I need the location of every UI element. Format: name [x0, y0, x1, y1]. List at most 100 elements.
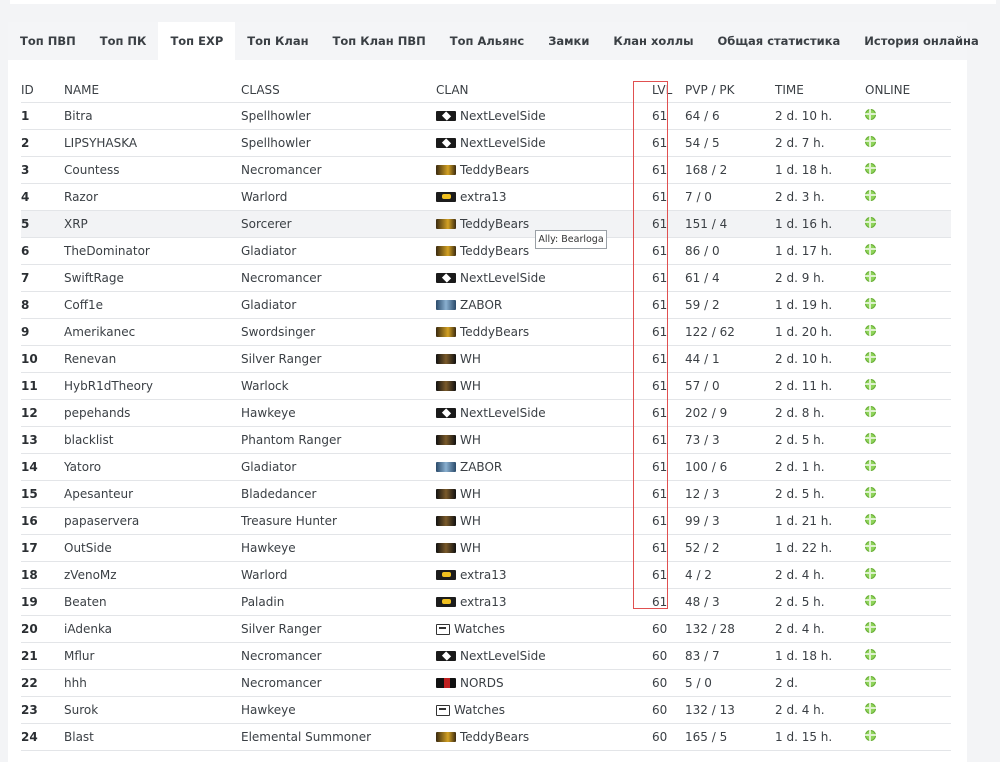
- clan-cell[interactable]: Watches: [436, 703, 644, 717]
- clan-cell[interactable]: NextLevelSide: [436, 271, 644, 285]
- table-row[interactable]: 9 Amerikanec Swordsinger TeddyBears 61 122 / …: [21, 318, 951, 346]
- row-name[interactable]: LIPSYHASKA: [64, 129, 241, 157]
- clan-cell[interactable]: WH: [436, 514, 644, 528]
- clan-cell[interactable]: WH: [436, 487, 644, 501]
- table-row[interactable]: 1 Bitra Spellhowler NextLevelSide 61 64 / 62 …: [21, 102, 951, 130]
- table-row[interactable]: 19 Beaten Paladin extra13 61 48 / 32 d. 5 h.: [21, 588, 951, 616]
- table-row[interactable]: 21 Mflur Necromancer NextLevelSide 60 83 / 71…: [21, 642, 951, 670]
- row-pvp-pk: 132 / 28: [685, 615, 775, 643]
- table-row[interactable]: 5 XRP Sorcerer TeddyBears 61 151 / 41 d. 16 h…: [21, 210, 951, 238]
- table-row[interactable]: 6 TheDominator Gladiator TeddyBears 61 86 / 0…: [21, 237, 951, 265]
- row-class: Necromancer: [241, 669, 436, 697]
- row-pvp-pk: 86 / 0: [685, 237, 775, 265]
- row-name[interactable]: iAdenka: [64, 615, 241, 643]
- row-name[interactable]: Beaten: [64, 588, 241, 616]
- tab-2[interactable]: Топ ПК: [88, 22, 159, 60]
- table-row[interactable]: 10 Renevan Silver Ranger WH 61 44 / 12 d. 10 …: [21, 345, 951, 373]
- tab-5[interactable]: Топ Клан ПВП: [321, 22, 438, 60]
- clan-cell[interactable]: WH: [436, 379, 644, 393]
- tab-1[interactable]: Топ ПВП: [8, 22, 88, 60]
- clan-cell[interactable]: NORDS: [436, 676, 644, 690]
- tab-7[interactable]: Замки: [536, 22, 601, 60]
- header-clan[interactable]: CLAN: [436, 78, 644, 103]
- row-name[interactable]: OutSide: [64, 534, 241, 562]
- clan-name: TeddyBears: [460, 244, 530, 258]
- table-row[interactable]: 17 OutSide Hawkeye WH 61 52 / 21 d. 22 h.: [21, 534, 951, 562]
- table-row[interactable]: 8 Coff1e Gladiator ZABOR 61 59 / 21 d. 19 h.: [21, 291, 951, 319]
- clan-cell[interactable]: ZABOR: [436, 298, 644, 312]
- tab-6[interactable]: Топ Альянс: [438, 22, 536, 60]
- row-online: [865, 669, 951, 697]
- row-name[interactable]: Renevan: [64, 345, 241, 373]
- row-lvl: 61: [644, 237, 685, 265]
- header-time[interactable]: TIME: [775, 78, 865, 103]
- row-time: 1 d. 22 h.: [775, 534, 865, 562]
- row-online: [865, 696, 951, 724]
- row-name[interactable]: XRP: [64, 210, 241, 238]
- header-online[interactable]: ONLINE: [865, 78, 951, 103]
- table-row[interactable]: 11 HybR1dTheory Warlock WH 61 57 / 02 d. 11 h…: [21, 372, 951, 400]
- row-name[interactable]: zVenoMz: [64, 561, 241, 589]
- table-row[interactable]: 7 SwiftRage Necromancer NextLevelSide 61 61 /…: [21, 264, 951, 292]
- clan-cell[interactable]: extra13: [436, 568, 644, 582]
- row-name[interactable]: Surok: [64, 696, 241, 724]
- table-row[interactable]: 13 blacklist Phantom Ranger WH 61 73 / 32 d. …: [21, 426, 951, 454]
- header-class[interactable]: CLASS: [241, 78, 436, 103]
- row-name[interactable]: Blast: [64, 723, 241, 751]
- row-name[interactable]: papaservera: [64, 507, 241, 535]
- table-row[interactable]: 2 LIPSYHASKA Spellhowler NextLevelSide 61 54 …: [21, 129, 951, 157]
- row-name[interactable]: Countess: [64, 156, 241, 184]
- table-row[interactable]: 24 Blast Elemental Summoner TeddyBears 60 165…: [21, 723, 951, 751]
- row-clan: WH: [436, 426, 644, 454]
- table-row[interactable]: 15 Apesanteur Bladedancer WH 61 12 / 32 d. 5 …: [21, 480, 951, 508]
- clan-cell[interactable]: WH: [436, 433, 644, 447]
- row-name[interactable]: Mflur: [64, 642, 241, 670]
- tab-4[interactable]: Топ Клан: [235, 22, 320, 60]
- row-name[interactable]: pepehands: [64, 399, 241, 427]
- row-name[interactable]: blacklist: [64, 426, 241, 454]
- header-id[interactable]: ID: [21, 78, 64, 103]
- clan-cell[interactable]: WH: [436, 541, 644, 555]
- clan-cell[interactable]: NextLevelSide: [436, 109, 644, 123]
- row-lvl: 61: [644, 156, 685, 184]
- header-pvp-pk[interactable]: PVP / PK: [685, 78, 775, 103]
- clan-cell[interactable]: TeddyBears: [436, 325, 644, 339]
- table-row[interactable]: 20 iAdenka Silver Ranger Watches 60 132 / 28 2…: [21, 615, 951, 643]
- row-name[interactable]: SwiftRage: [64, 264, 241, 292]
- row-name[interactable]: Bitra: [64, 102, 241, 130]
- clan-cell[interactable]: ZABOR: [436, 460, 644, 474]
- row-name[interactable]: hhh: [64, 669, 241, 697]
- header-lvl[interactable]: LVL: [644, 78, 685, 103]
- row-name[interactable]: Coff1e: [64, 291, 241, 319]
- table-row[interactable]: 14 Yatoro Gladiator ZABOR 61 100 / 62 d. 1 h.: [21, 453, 951, 481]
- row-name[interactable]: HybR1dTheory: [64, 372, 241, 400]
- clan-cell[interactable]: extra13: [436, 595, 644, 609]
- row-name[interactable]: Amerikanec: [64, 318, 241, 346]
- tab-8[interactable]: Клан холлы: [601, 22, 705, 60]
- table-row[interactable]: 18 zVenoMz Warlord extra13 61 4 / 22 d. 4 h.: [21, 561, 951, 589]
- clan-cell[interactable]: TeddyBears: [436, 163, 644, 177]
- clan-cell[interactable]: extra13: [436, 190, 644, 204]
- table-row[interactable]: 3 Countess Necromancer TeddyBears 61 168 / 21…: [21, 156, 951, 184]
- clan-cell[interactable]: Watches: [436, 622, 644, 636]
- row-name[interactable]: Apesanteur: [64, 480, 241, 508]
- clan-cell[interactable]: NextLevelSide: [436, 406, 644, 420]
- clan-cell[interactable]: TeddyBears: [436, 730, 644, 744]
- table-row[interactable]: 23 Surok Hawkeye Watches 60 132 / 13 2 d. 4 h.: [21, 696, 951, 724]
- clan-cell[interactable]: NextLevelSide: [436, 649, 644, 663]
- table-row[interactable]: 4 Razor Warlord extra13 61 7 / 02 d. 3 h.: [21, 183, 951, 211]
- table-row[interactable]: 22 hhh Necromancer NORDS 60 5 / 02 d.: [21, 669, 951, 697]
- header-name[interactable]: NAME: [64, 78, 241, 103]
- tab-9[interactable]: Общая статистика: [706, 22, 853, 60]
- clan-name: WH: [460, 433, 481, 447]
- row-name[interactable]: Yatoro: [64, 453, 241, 481]
- clan-cell[interactable]: WH: [436, 352, 644, 366]
- table-row[interactable]: 16 papaservera Treasure Hunter WH 61 99 / 31 …: [21, 507, 951, 535]
- table-row[interactable]: 12 pepehands Hawkeye NextLevelSide 61 202 / 9…: [21, 399, 951, 427]
- row-name[interactable]: Razor: [64, 183, 241, 211]
- tab-10[interactable]: История онлайна: [852, 22, 990, 60]
- clan-cell[interactable]: NextLevelSide: [436, 136, 644, 150]
- tab-3[interactable]: Топ EXP: [158, 22, 236, 60]
- clan-cell[interactable]: TeddyBears: [436, 217, 644, 231]
- row-name[interactable]: TheDominator: [64, 237, 241, 265]
